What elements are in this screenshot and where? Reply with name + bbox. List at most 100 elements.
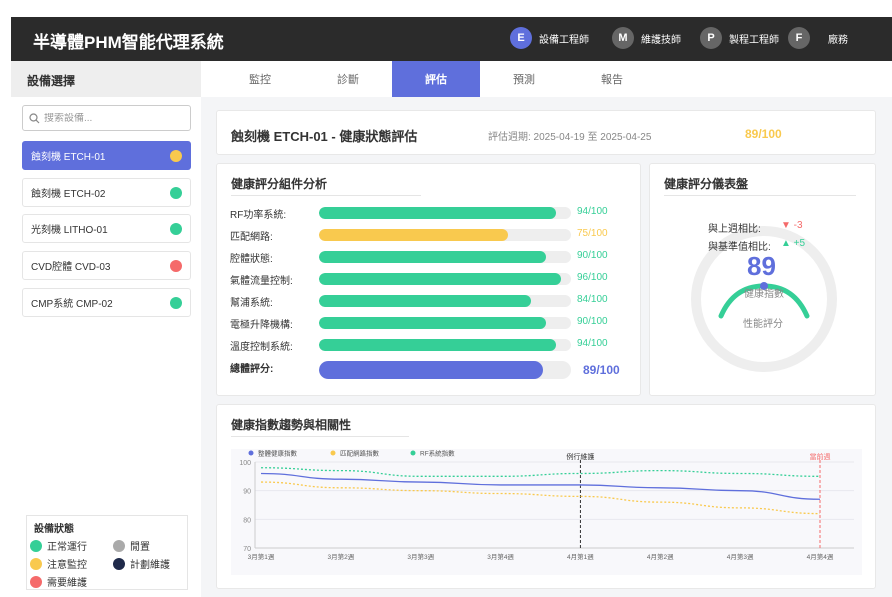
y-tick-label: 80 [243,517,251,524]
progress-fill [319,229,508,241]
component-score: 75/100 [577,228,608,239]
title-divider [664,195,856,196]
progress-track [319,317,571,329]
component-row-pump: 幫浦系統: 84/100 [230,293,630,309]
progress-fill [319,295,531,307]
component-label: 氣體流量控制: [230,276,293,287]
component-row-temperature: 溫度控制系統: 94/100 [230,337,630,353]
component-analysis-card: 健康評分組件分析 RF功率系統: 94/100 匹配網路: 75/100 腔體狀… [216,163,641,396]
y-tick-label: 90 [243,489,251,496]
progress-fill [319,317,546,329]
component-row-rf: RF功率系統: 94/100 [230,205,630,221]
legend-label: 注意監控 [47,560,87,571]
component-label: 溫度控制系統: [230,342,293,353]
y-tick-label: 100 [239,460,251,467]
legend-marker [330,450,336,456]
equipment-item-etch-01[interactable]: 蝕刻機 ETCH-01 [22,141,191,170]
progress-fill [319,273,561,285]
role-process-engineer[interactable]: P 製程工程師 [700,26,781,50]
progress-track [319,273,571,285]
equipment-item-litho-01[interactable]: 光刻機 LITHO-01 [22,214,191,243]
x-tick-label: 4月第3週 [727,552,754,561]
status-dot [170,186,182,199]
role-maintenance-tech[interactable]: M 維護技師 [612,26,681,50]
legend-label: 整體健康指數 [258,449,298,458]
trend-chart: 70 80 90 100 3月第1週 3月第2週 3月第3週 3月第4週 4月第1週 4月第2週 4… [231,449,862,575]
component-score: 96/100 [577,272,608,283]
equipment-item-cvd-03[interactable]: CVD腔體 CVD-03 [22,251,191,280]
component-label: 腔體狀態: [230,254,273,265]
progress-track [319,251,571,263]
role-label: 設備工程師 [539,34,589,46]
legend-dot [113,557,125,570]
legend-dot [30,575,42,588]
legend-marker [248,450,254,456]
annotation-label: 例行維護 [566,452,594,461]
trend-card: 健康指數趨勢與相關性 70 80 90 100 3月第1週 3月第2週 3月第3週 3月第4週… [216,404,876,589]
assessment-header: 蝕刻機 ETCH-01 - 健康狀態評估 評估週期: 2025-04-19 至 … [216,110,876,155]
trend-title: 健康指數趨勢與相關性 [231,418,352,432]
equipment-item-etch-02[interactable]: 蝕刻機 ETCH-02 [22,178,191,207]
legend-label: 閒置 [130,542,150,553]
app-title: 半導體PHM智能代理系統 [33,33,224,52]
gauge-value: 89 [747,251,776,281]
tab-report[interactable]: 報告 [568,61,656,97]
legend-dot [30,557,42,570]
progress-track [319,295,571,307]
gauge-card: 健康評分儀表盤 與上週相比: ▼ -3 與基準值相比: ▲ +5 89 健康指數… [649,163,876,396]
component-score: 90/100 [577,316,608,327]
component-label: RF功率系統: [230,210,287,221]
progress-track [319,339,571,351]
component-score: 94/100 [577,206,608,217]
role-label: 維護技師 [641,34,681,46]
role-equipment-engineer[interactable]: E 設備工程師 [510,26,589,50]
tab-predict[interactable]: 預測 [480,61,568,97]
tab-monitor[interactable]: 監控 [216,61,304,97]
search-icon [29,112,40,123]
legend-item: 正常運行 [30,538,87,553]
chart-background [231,449,862,575]
x-tick-label: 3月第1週 [248,552,275,561]
tab-assess[interactable]: 評估 [392,61,480,97]
x-tick-label: 3月第3週 [407,552,434,561]
equipment-name: CVD腔體 CVD-03 [31,262,111,273]
vs-baseline-value: ▲ +5 [781,238,806,249]
component-row-matching: 匹配網路: 75/100 [230,227,630,243]
tab-diagnose[interactable]: 診斷 [304,61,392,97]
equipment-name: 蝕刻機 ETCH-02 [31,189,106,200]
component-score: 84/100 [577,294,608,305]
equipment-name: 光刻機 LITHO-01 [31,225,108,236]
x-tick-label: 3月第4週 [487,552,514,561]
sidebar-title: 設備選擇 [11,61,201,97]
gauge-sub-label: 健康指數 [744,289,784,300]
equipment-name: CMP系統 CMP-02 [31,299,113,310]
total-score: 89/100 [583,363,620,377]
role-facilities[interactable]: F 廠務 [788,26,848,50]
legend-item: 需要維護 [30,574,87,589]
legend-marker [410,450,416,456]
progress-track [319,361,571,379]
top-bar: 半導體PHM智能代理系統 E 設備工程師 M 維護技師 P 製程工程師 F 廠務 [11,17,892,61]
component-row-total: 總體評分: 89/100 [230,360,630,380]
role-avatar: P [700,27,722,49]
role-avatar: F [788,27,810,49]
component-row-gasflow: 氣體流量控制: 96/100 [230,271,630,287]
search-box[interactable] [22,105,191,131]
x-tick-label: 4月第4週 [807,552,834,561]
component-score: 90/100 [577,250,608,261]
legend-item: 閒置 [113,538,150,553]
status-dot [170,259,182,272]
progress-fill [319,251,546,263]
progress-fill [319,339,556,351]
title-divider [231,195,421,196]
title-divider [231,436,409,437]
equipment-item-cmp-02[interactable]: CMP系統 CMP-02 [22,288,191,317]
search-input[interactable] [44,112,184,124]
tab-bar: 監控 診斷 評估 預測 報告 [201,61,892,97]
component-row-electrode: 電極升降機構: 90/100 [230,315,630,331]
legend-dot [113,539,125,552]
progress-fill [319,361,544,379]
x-tick-label: 4月第2週 [647,552,674,561]
component-label: 匹配網路: [230,232,273,243]
progress-fill [319,207,556,219]
